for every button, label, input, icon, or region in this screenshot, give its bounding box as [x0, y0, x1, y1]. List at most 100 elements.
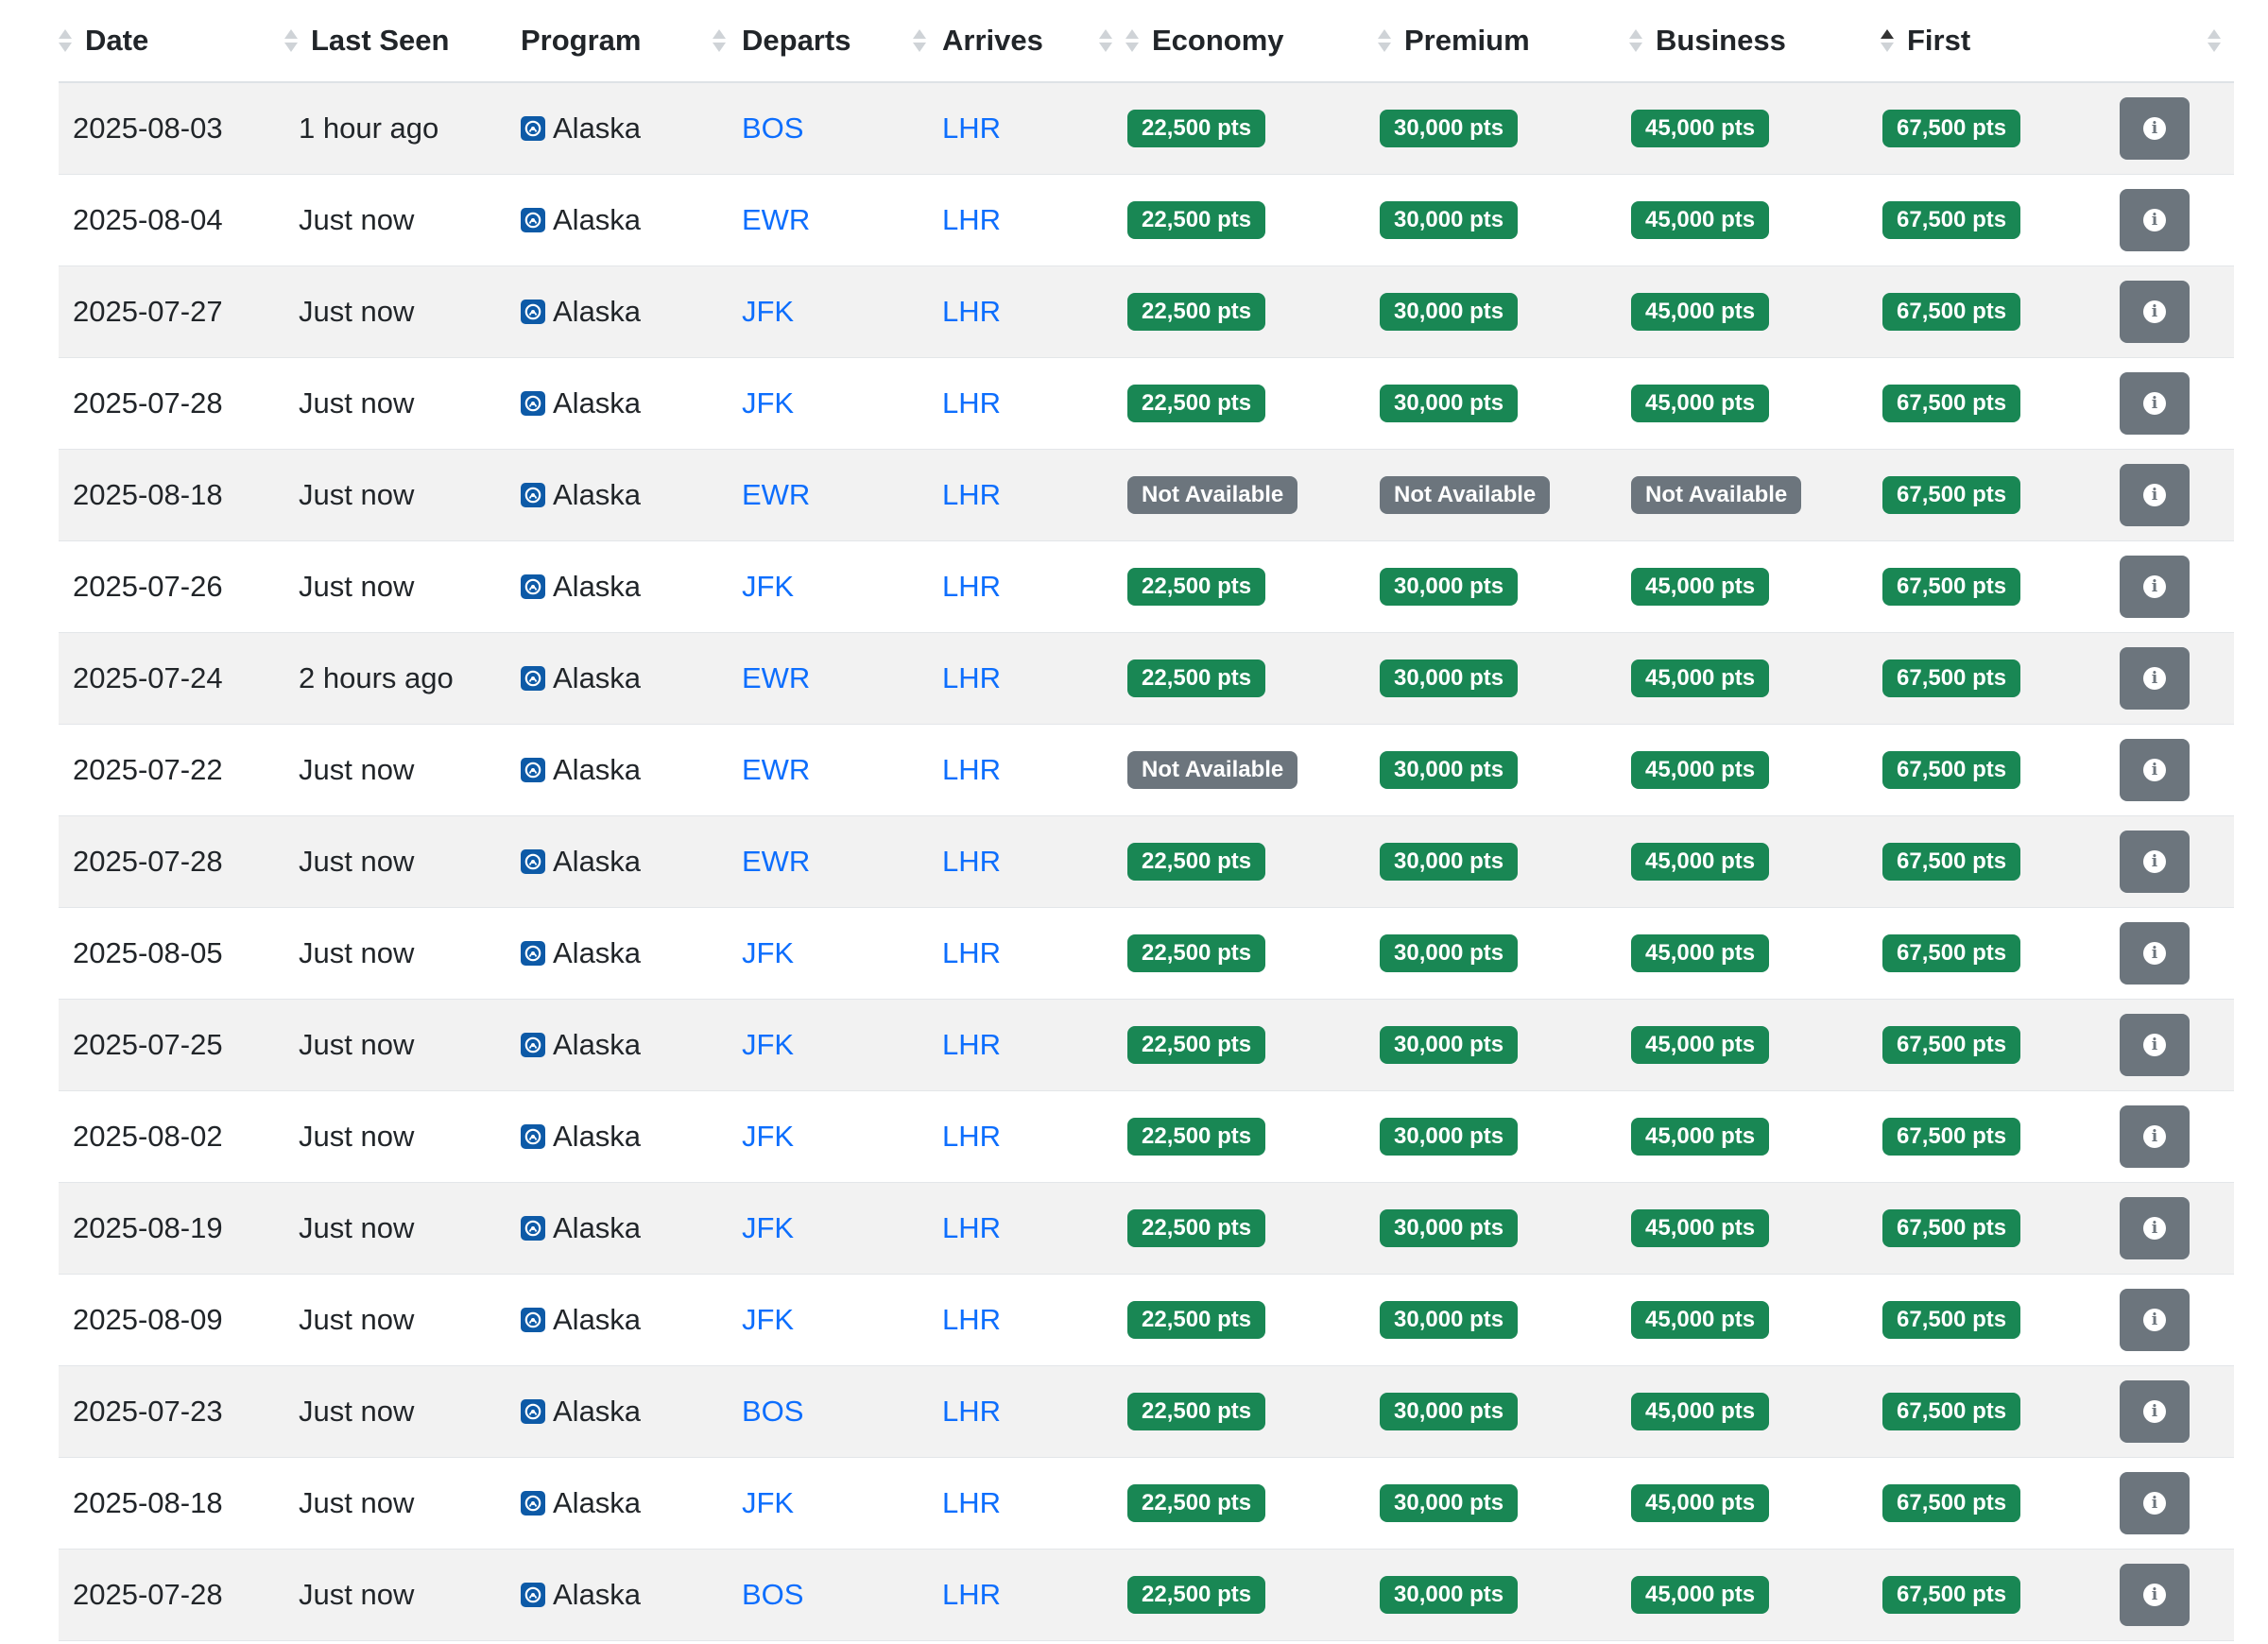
column-header-economy[interactable]: Economy	[1125, 0, 1378, 83]
departure-airport-link[interactable]: JFK	[742, 570, 794, 603]
arrival-airport-link[interactable]: LHR	[942, 1211, 1001, 1244]
details-button[interactable]: i	[2120, 188, 2190, 251]
arrival-airport-link[interactable]: LHR	[942, 203, 1001, 236]
details-button[interactable]: i	[2120, 1379, 2190, 1443]
cell-economy: 22,500 pts	[1125, 907, 1378, 999]
departure-airport-link[interactable]: BOS	[742, 111, 803, 145]
column-header-label: Date	[85, 24, 149, 57]
departure-airport-link[interactable]: EWR	[742, 661, 810, 694]
last-seen-text: Just now	[299, 569, 415, 603]
sort-arrows-icon	[1125, 29, 1144, 52]
departure-airport-link[interactable]: EWR	[742, 203, 810, 236]
departure-airport-link[interactable]: JFK	[742, 295, 794, 328]
details-button[interactable]: i	[2120, 921, 2190, 985]
last-seen-text: Just now	[299, 1485, 415, 1519]
arrival-airport-link[interactable]: LHR	[942, 1486, 1001, 1519]
info-icon: i	[2143, 849, 2166, 873]
column-header-business[interactable]: Business	[1629, 0, 1881, 83]
business-price-badge: 45,000 pts	[1631, 1209, 1770, 1247]
details-button[interactable]: i	[2120, 1013, 2190, 1076]
details-button[interactable]: i	[2120, 555, 2190, 618]
details-button[interactable]: i	[2120, 1196, 2190, 1259]
column-header-departs[interactable]: Departs	[739, 0, 939, 83]
details-button[interactable]: i	[2120, 463, 2190, 526]
cell-last-seen: Just now	[284, 1274, 518, 1365]
first-price-badge: 67,500 pts	[1882, 1301, 2021, 1339]
table-row: 2025-08-09 Just now Alaska JFK LHR 22,50…	[59, 1274, 2234, 1365]
departure-airport-link[interactable]: JFK	[742, 1486, 794, 1519]
arrival-airport-link[interactable]: LHR	[942, 1578, 1001, 1611]
table-row: 2025-07-26 Just now Alaska JFK LHR 22,50…	[59, 540, 2234, 632]
premium-price-badge: 30,000 pts	[1380, 201, 1519, 239]
arrival-airport-link[interactable]: LHR	[942, 1028, 1001, 1061]
details-button[interactable]: i	[2120, 96, 2190, 160]
business-price-badge: 45,000 pts	[1631, 1393, 1770, 1430]
column-header-first[interactable]: First	[1881, 0, 2112, 83]
details-button[interactable]: i	[2120, 1471, 2190, 1534]
business-price-badge: 45,000 pts	[1631, 659, 1770, 697]
departure-airport-link[interactable]: JFK	[742, 386, 794, 420]
cell-program: Alaska	[518, 174, 739, 265]
column-header-last-seen[interactable]: Last Seen	[284, 0, 518, 83]
departure-airport-link[interactable]: BOS	[742, 1578, 803, 1611]
economy-price-badge: 22,500 pts	[1127, 843, 1266, 881]
column-header-arrives[interactable]: Arrives	[939, 0, 1125, 83]
arrival-airport-link[interactable]: LHR	[942, 111, 1001, 145]
table-row: 2025-08-18 Just now Alaska JFK LHR 22,50…	[59, 1457, 2234, 1549]
date-text: 2025-08-18	[73, 1485, 223, 1519]
arrival-airport-link[interactable]: LHR	[942, 661, 1001, 694]
arrival-airport-link[interactable]: LHR	[942, 936, 1001, 969]
cell-date: 2025-07-28	[59, 815, 284, 907]
departure-airport-link[interactable]: JFK	[742, 1303, 794, 1336]
last-seen-text: Just now	[299, 202, 415, 236]
details-button[interactable]: i	[2120, 830, 2190, 893]
departure-airport-link[interactable]: BOS	[742, 1395, 803, 1428]
column-header-actions[interactable]	[2112, 0, 2234, 83]
arrival-airport-link[interactable]: LHR	[942, 478, 1001, 511]
arrival-airport-link[interactable]: LHR	[942, 1395, 1001, 1428]
departure-airport-link[interactable]: JFK	[742, 1120, 794, 1153]
column-header-date[interactable]: Date	[59, 0, 284, 83]
arrival-airport-link[interactable]: LHR	[942, 386, 1001, 420]
last-seen-text: Just now	[299, 385, 415, 420]
departure-airport-link[interactable]: JFK	[742, 1211, 794, 1244]
sort-arrows-icon	[2208, 29, 2226, 52]
premium-price-badge: 30,000 pts	[1380, 843, 1519, 881]
arrival-airport-link[interactable]: LHR	[942, 845, 1001, 878]
arrival-airport-link[interactable]: LHR	[942, 295, 1001, 328]
cell-last-seen: Just now	[284, 999, 518, 1090]
cell-date: 2025-08-18	[59, 1457, 284, 1549]
cell-actions: i	[2112, 724, 2234, 815]
details-button[interactable]: i	[2120, 1288, 2190, 1351]
premium-price-badge: 30,000 pts	[1380, 1393, 1519, 1430]
cell-economy: 22,500 pts	[1125, 357, 1378, 449]
departure-airport-link[interactable]: EWR	[742, 845, 810, 878]
details-button[interactable]: i	[2120, 738, 2190, 801]
cell-economy: 22,500 pts	[1125, 1182, 1378, 1274]
departure-airport-link[interactable]: EWR	[742, 478, 810, 511]
cell-actions: i	[2112, 907, 2234, 999]
economy-price-badge: 22,500 pts	[1127, 1484, 1266, 1522]
sort-arrows-icon	[1629, 29, 1648, 52]
arrival-airport-link[interactable]: LHR	[942, 1303, 1001, 1336]
details-button[interactable]: i	[2120, 1105, 2190, 1168]
details-button[interactable]: i	[2120, 280, 2190, 343]
table-row: 2025-07-23 Just now Alaska BOS LHR 22,50…	[59, 1365, 2234, 1457]
date-text: 2025-07-22	[73, 752, 223, 786]
cell-arrives: LHR	[939, 82, 1125, 174]
table-row: 2025-07-22 Just now Alaska EWR LHR Not A…	[59, 724, 2234, 815]
departure-airport-link[interactable]: EWR	[742, 753, 810, 786]
details-button[interactable]: i	[2120, 371, 2190, 435]
arrival-airport-link[interactable]: LHR	[942, 753, 1001, 786]
cell-arrives: LHR	[939, 449, 1125, 540]
arrival-airport-link[interactable]: LHR	[942, 570, 1001, 603]
departure-airport-link[interactable]: JFK	[742, 936, 794, 969]
business-price-badge: 45,000 pts	[1631, 1301, 1770, 1339]
departure-airport-link[interactable]: JFK	[742, 1028, 794, 1061]
column-header-premium[interactable]: Premium	[1378, 0, 1629, 83]
date-text: 2025-07-25	[73, 1027, 223, 1061]
column-header-program[interactable]: Program	[518, 0, 739, 83]
arrival-airport-link[interactable]: LHR	[942, 1120, 1001, 1153]
details-button[interactable]: i	[2120, 1563, 2190, 1626]
details-button[interactable]: i	[2120, 646, 2190, 710]
